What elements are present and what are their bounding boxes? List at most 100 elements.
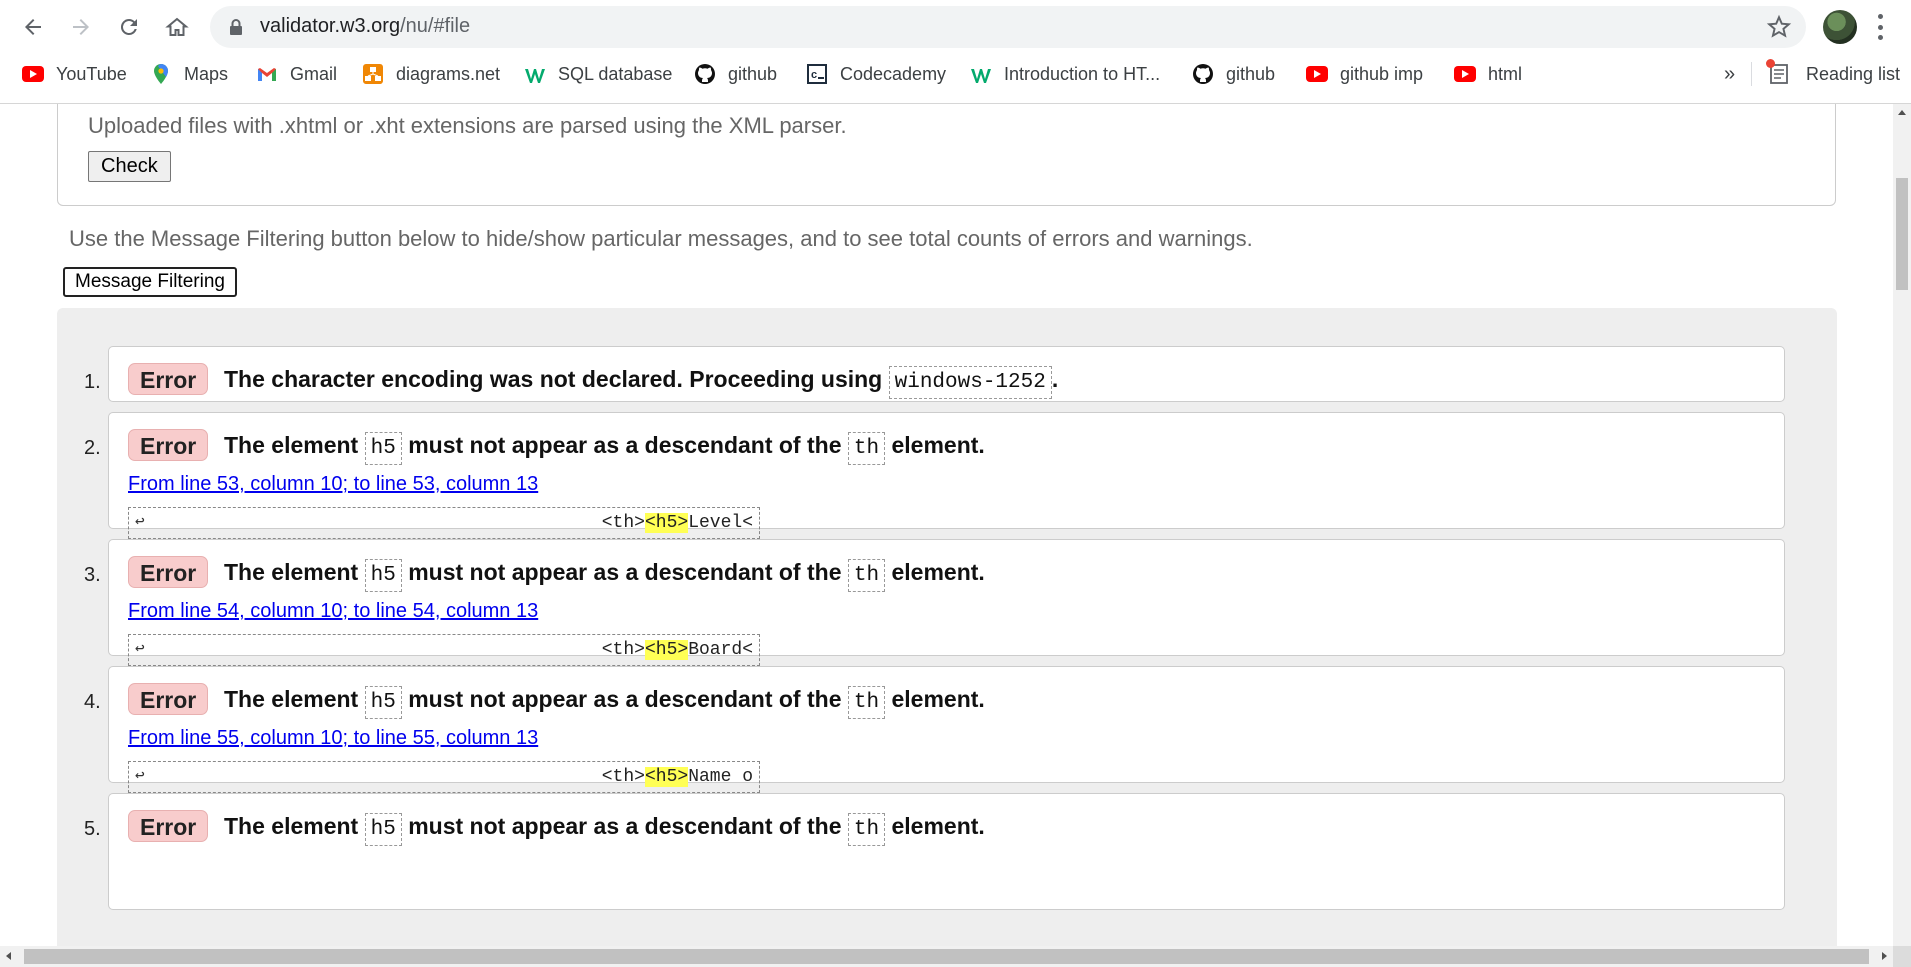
- bookmark-label: html: [1488, 63, 1523, 84]
- home-icon: [165, 17, 189, 36]
- bookmarks-divider: [1751, 62, 1752, 86]
- scrollbar-corner: [1893, 946, 1911, 967]
- back-button[interactable]: [16, 10, 50, 44]
- xml-parser-note: Uploaded files with .xhtml or .xht exten…: [88, 113, 847, 138]
- code-fragment: h5: [364, 686, 402, 719]
- bookmark-github[interactable]: github: [694, 58, 777, 90]
- message-text-part: must not appear as a descendant of the: [408, 559, 842, 585]
- bookmarks-overflow-button[interactable]: »: [1724, 58, 1735, 90]
- message-text-part: element.: [891, 432, 985, 458]
- message-text-part: element.: [891, 559, 985, 585]
- message-number: 3.: [84, 564, 101, 586]
- message-filtering-note: Use the Message Filtering button below t…: [69, 226, 1253, 251]
- extract-text: Name o: [688, 767, 753, 787]
- list-item: 2. Error The element h5 must not appear …: [84, 412, 1785, 539]
- source-location-link[interactable]: From line 53, column 10; to line 53, col…: [128, 473, 538, 496]
- bookmark-codecademy[interactable]: c Codecademy: [806, 58, 946, 90]
- message-text-part: element.: [891, 813, 985, 839]
- error-badge: Error: [128, 556, 209, 588]
- horizontal-scrollbar[interactable]: [0, 946, 1893, 967]
- message-text-part: The element: [224, 432, 359, 458]
- diagrams-icon: [362, 63, 384, 85]
- reload-button[interactable]: [112, 10, 146, 44]
- bookmark-sql-database[interactable]: SQL database: [524, 58, 672, 90]
- reading-list-button[interactable]: Reading list: [1766, 58, 1900, 90]
- code-fragment: h5: [364, 813, 402, 846]
- line-break-icon: ↩: [135, 513, 145, 531]
- scroll-right-icon[interactable]: [1882, 952, 1887, 960]
- error-badge: Error: [128, 810, 209, 842]
- arrow-left-icon: [25, 19, 41, 35]
- bookmark-html[interactable]: html: [1454, 58, 1522, 90]
- message-text-part: must not appear as a descendant of the: [408, 813, 842, 839]
- url-text[interactable]: validator.w3.org/nu/#file: [260, 15, 470, 38]
- home-button[interactable]: [160, 10, 194, 44]
- extract-text: <th>: [601, 640, 645, 660]
- w3schools-icon: [970, 63, 992, 85]
- error-badge: Error: [128, 429, 209, 461]
- extract-highlight: <h5>: [644, 767, 689, 787]
- line-break-icon: ↩: [135, 640, 145, 658]
- svg-text:c: c: [811, 69, 817, 81]
- star-icon[interactable]: [1766, 14, 1792, 40]
- message-text-part: must not appear as a descendant of the: [408, 686, 842, 712]
- scroll-up-icon[interactable]: [1898, 110, 1906, 115]
- source-location-link[interactable]: From line 55, column 10; to line 55, col…: [128, 727, 538, 750]
- message-text: The element h5 must not appear as a desc…: [224, 554, 985, 594]
- github-icon: [694, 63, 716, 85]
- extract-snippet: <th><h5>Name o: [602, 767, 753, 787]
- extract-text: <th>: [601, 767, 645, 787]
- bookmark-label: Introduction to HT...: [1004, 63, 1161, 84]
- message-filtering-button[interactable]: Message Filtering: [63, 267, 237, 297]
- line-break-icon: ↩: [135, 767, 145, 785]
- url-host: validator.w3.org: [260, 15, 401, 37]
- page-content: Uploaded files with .xhtml or .xht exten…: [0, 104, 1893, 946]
- browser-menu-button[interactable]: [1876, 14, 1884, 40]
- youtube-icon: [22, 63, 44, 85]
- message-number: 1.: [84, 371, 101, 393]
- bookmark-maps[interactable]: Maps: [150, 58, 228, 90]
- extract-highlight: <h5>: [644, 640, 689, 660]
- message-text-part: must not appear as a descendant of the: [408, 432, 842, 458]
- message-text: The element h5 must not appear as a desc…: [224, 681, 985, 721]
- forward-button[interactable]: [64, 10, 98, 44]
- source-extract: ↩ <th><h5>Board<: [128, 634, 760, 666]
- bookmark-label: github imp: [1340, 63, 1424, 84]
- bookmark-diagrams[interactable]: diagrams.net: [362, 58, 500, 90]
- w3schools-icon: [524, 63, 546, 85]
- bookmarks-bar: YouTube Maps Gmail diagrams.net SQL data…: [0, 58, 1911, 90]
- bookmark-label: github: [1226, 63, 1276, 84]
- vertical-scroll-thumb[interactable]: [1896, 178, 1908, 290]
- message-text-part: The element: [224, 559, 359, 585]
- file-upload-fieldset: Uploaded files with .xhtml or .xht exten…: [57, 104, 1836, 206]
- source-extract: ↩ <th><h5>Level<: [128, 507, 760, 539]
- extract-snippet: <th><h5>Board<: [602, 640, 753, 660]
- message-number: 4.: [84, 691, 101, 713]
- youtube-icon: [1454, 63, 1476, 85]
- source-location-link[interactable]: From line 54, column 10; to line 54, col…: [128, 600, 538, 623]
- bookmark-gmail[interactable]: Gmail: [256, 58, 337, 90]
- address-bar[interactable]: validator.w3.org/nu/#file: [210, 6, 1806, 48]
- bookmark-label: Gmail: [290, 63, 338, 84]
- message-text: The character encoding was not declared.…: [224, 361, 1058, 401]
- bookmark-introduction-to-html[interactable]: Introduction to HT...: [970, 58, 1160, 90]
- gmail-icon: [256, 63, 278, 85]
- bookmark-github-imp[interactable]: github imp: [1306, 58, 1423, 90]
- scroll-left-icon[interactable]: [6, 952, 11, 960]
- bookmark-label: Codecademy: [840, 63, 947, 84]
- lock-icon: [230, 19, 242, 35]
- code-fragment: th: [847, 686, 886, 719]
- code-fragment: th: [847, 432, 886, 465]
- message-text: The element h5 must not appear as a desc…: [224, 427, 985, 467]
- bookmark-github-2[interactable]: github: [1192, 58, 1275, 90]
- message-number: 2.: [84, 437, 101, 459]
- horizontal-scroll-thumb[interactable]: [24, 949, 1869, 964]
- vertical-scrollbar[interactable]: [1893, 104, 1911, 946]
- profile-avatar[interactable]: [1823, 10, 1857, 44]
- list-item: 1. Error The character encoding was not …: [84, 346, 1785, 402]
- bookmark-label: diagrams.net: [396, 63, 501, 84]
- check-button[interactable]: Check: [88, 151, 171, 182]
- youtube-icon: [1306, 63, 1328, 85]
- bookmark-youtube[interactable]: YouTube: [22, 58, 127, 90]
- message-text-part: .: [1051, 366, 1059, 392]
